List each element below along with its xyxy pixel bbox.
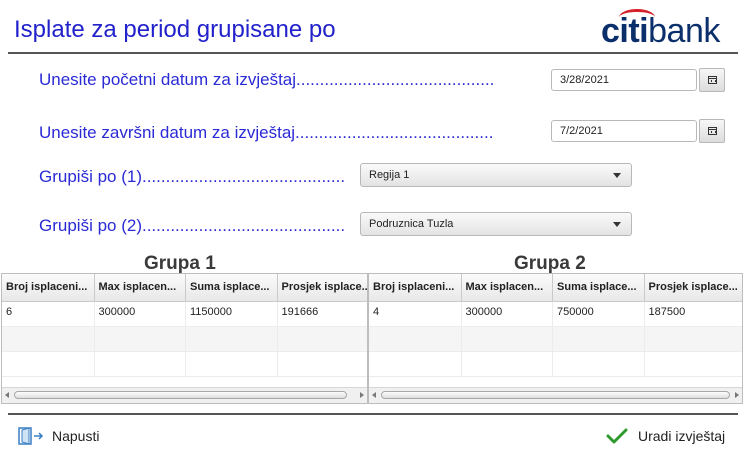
group1-title: Grupa 1 — [144, 253, 216, 274]
column-header[interactable]: Prosjek isplace... — [278, 274, 368, 301]
calendar-icon — [707, 127, 717, 135]
column-header[interactable]: Max isplacen... — [462, 274, 554, 301]
group2-select-value: Podruznica Tuzla — [369, 218, 454, 230]
scroll-left-icon[interactable] — [372, 392, 376, 398]
table-cell: 6 — [2, 302, 95, 326]
logo-arc-icon — [619, 9, 655, 26]
logo-bank-text: bank — [648, 12, 720, 50]
group2-horizontal-scrollbar[interactable] — [369, 387, 742, 403]
group1-label: Grupiši po (1)..........................… — [39, 167, 346, 186]
start-date-input[interactable]: 3/28/2021 — [551, 69, 697, 91]
exit-button-label: Napusti — [52, 428, 100, 444]
group1-select-value: Regija 1 — [369, 169, 410, 181]
group2-title: Grupa 2 — [514, 253, 586, 274]
group2-select[interactable]: Podruznica Tuzla — [360, 212, 632, 236]
table-cell: 300000 — [462, 302, 554, 326]
exit-button[interactable]: Napusti — [18, 427, 99, 445]
column-header[interactable]: Prosjek isplace... — [645, 274, 742, 301]
group1-table-header: Broj isplaceni... Max isplacen... Suma i… — [2, 274, 367, 302]
calendar-icon — [707, 76, 717, 84]
column-header[interactable]: Broj isplaceni... — [369, 274, 462, 301]
start-date-picker-button[interactable] — [699, 68, 725, 92]
end-date-input[interactable]: 7/2/2021 — [551, 120, 697, 142]
run-report-button[interactable]: Uradi izvještaj — [606, 427, 725, 445]
run-report-button-label: Uradi izvještaj — [638, 428, 726, 444]
group1-horizontal-scrollbar[interactable] — [2, 387, 367, 403]
table-row[interactable]: 4 300000 750000 187500 — [369, 302, 742, 327]
chevron-down-icon — [613, 173, 621, 178]
end-date-picker-button[interactable] — [699, 119, 725, 143]
table-row — [2, 327, 367, 352]
table-cell: 1150000 — [186, 302, 278, 326]
table-row[interactable]: 6 300000 1150000 191666 — [2, 302, 367, 327]
table-cell: 4 — [369, 302, 462, 326]
group2-label: Grupiši po (2)..........................… — [39, 216, 346, 235]
column-header[interactable]: Suma isplace... — [186, 274, 278, 301]
table-cell: 187500 — [648, 306, 686, 318]
table-cell: 191666 — [281, 306, 319, 318]
table-row — [369, 352, 742, 377]
group2-table[interactable]: Broj isplaceni... Max isplacen... Suma i… — [368, 273, 743, 404]
group1-table[interactable]: Broj isplaceni... Max isplacen... Suma i… — [1, 273, 368, 404]
group2-table-header: Broj isplaceni... Max isplacen... Suma i… — [369, 274, 742, 302]
end-date-label: Unesite završni datum za izvještaj......… — [39, 123, 494, 142]
table-row — [2, 352, 367, 377]
start-date-label: Unesite početni datum za izvještaj......… — [39, 70, 495, 89]
column-header[interactable]: Suma isplace... — [553, 274, 645, 301]
scroll-thumb[interactable] — [14, 391, 347, 399]
footer-divider — [8, 413, 738, 415]
checkmark-icon — [606, 428, 628, 444]
table-cell: 300000 — [95, 302, 186, 326]
table-row — [369, 327, 742, 352]
scroll-left-icon[interactable] — [5, 392, 9, 398]
column-header[interactable]: Max isplacen... — [95, 274, 186, 301]
scroll-thumb[interactable] — [381, 391, 730, 399]
table-cell: 750000 — [553, 302, 645, 326]
group1-select[interactable]: Regija 1 — [360, 163, 632, 187]
column-header[interactable]: Broj isplaceni... — [2, 274, 95, 301]
page-title: Isplate za period grupisane po — [14, 16, 336, 43]
exit-door-icon — [18, 427, 44, 445]
chevron-down-icon — [613, 222, 621, 227]
citibank-logo: citi bank — [601, 9, 720, 51]
header-divider — [8, 52, 738, 54]
scroll-right-icon[interactable] — [360, 392, 364, 398]
scroll-right-icon[interactable] — [735, 392, 739, 398]
